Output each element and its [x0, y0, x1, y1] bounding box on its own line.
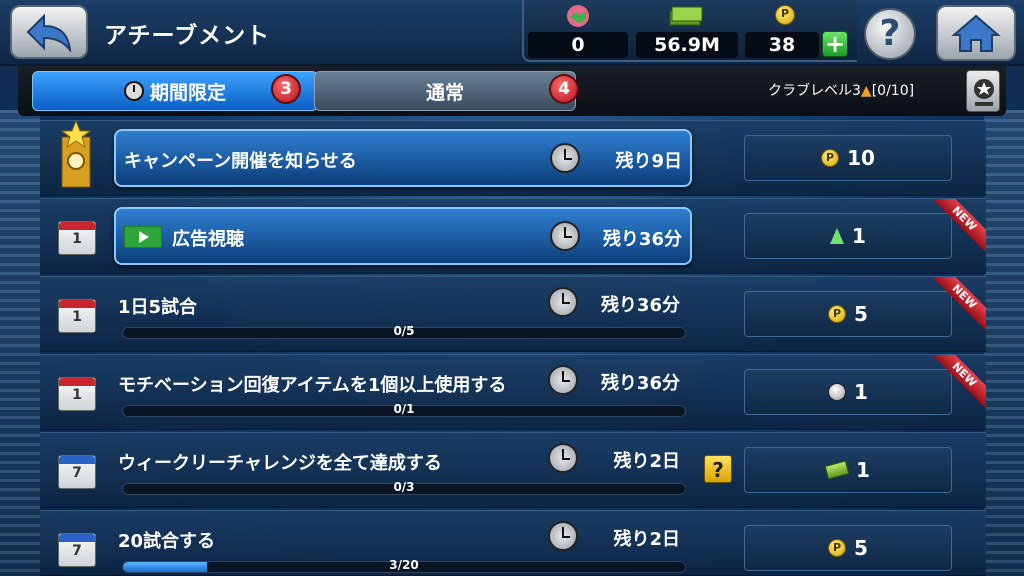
- reward-amount: 5: [854, 536, 868, 560]
- reward-box: 1: [744, 447, 952, 493]
- progress-text: 0/5: [393, 324, 415, 338]
- calendar-7-icon: 7: [58, 455, 96, 489]
- new-ribbon: NEW: [932, 199, 986, 253]
- currency-handshake-value: 0: [528, 32, 628, 58]
- gp-coin-icon: P: [775, 5, 795, 25]
- stadium-decor-right: [984, 110, 1024, 576]
- stadium-decor-left: [0, 110, 40, 576]
- calendar-1-icon: 1: [58, 299, 96, 333]
- club-level-arrow-icon: [830, 228, 845, 244]
- achievement-title: 1日5試合: [118, 297, 198, 318]
- tab-normal-label: 通常: [425, 81, 464, 104]
- achievement-title: モチベーション回復アイテムを1個以上使用する: [118, 375, 507, 396]
- currency-cash-value: 56.9M: [636, 32, 738, 58]
- remaining-time: 残り36分: [600, 373, 680, 394]
- help-button[interactable]: ?: [864, 8, 916, 60]
- achievement-row: 1 広告視聴 残り36分 1 NEW: [40, 198, 986, 274]
- reward-help-button[interactable]: ?: [704, 455, 732, 483]
- cash-bundle-icon: [824, 460, 850, 480]
- reward-box: P 10: [744, 135, 952, 181]
- tab-limited-time-label: 期間限定: [149, 81, 226, 104]
- achievement-title: 20試合する: [118, 531, 216, 552]
- tab-badge: 3: [271, 74, 301, 104]
- cash-icon: [669, 6, 703, 26]
- currency-gp-value: 38: [745, 32, 819, 58]
- top-bar: アチーブメント P 0 56.9M 38 + ?: [0, 0, 1024, 66]
- calendar-7-icon: 7: [58, 533, 96, 567]
- reward-amount: 1: [854, 380, 868, 404]
- reward-box: 1: [744, 369, 952, 415]
- tab-limited-time[interactable]: 期間限定 3: [32, 71, 318, 111]
- reward-amount: 1: [856, 458, 870, 482]
- gp-coin-icon: P: [821, 149, 840, 167]
- reward-amount: 1: [852, 224, 866, 248]
- achievement-title: ウィークリーチャレンジを全て達成する: [118, 453, 442, 474]
- page-title: アチーブメント: [104, 23, 271, 49]
- achievement-row: キャンペーン開催を知らせる 残り9日 P 10: [40, 120, 986, 196]
- gp-coin-icon: P: [828, 539, 847, 557]
- achievement-row: 1 1日5試合 残り36分 0/5 P 5 NEW: [40, 276, 986, 352]
- new-ribbon: NEW: [932, 355, 986, 409]
- campaign-star-icon: [60, 121, 92, 188]
- club-level-label: クラブレベル3: [768, 83, 861, 99]
- achievement-row: 7 20試合する 残り2日 3/20 P 5: [40, 510, 986, 576]
- achievement-row: 7 ウィークリーチャレンジを全て達成する 残り2日 0/3 ? 1: [40, 432, 986, 508]
- home-button[interactable]: [936, 5, 1016, 61]
- remaining-time: 残り36分: [600, 295, 680, 316]
- level-icon: ▲: [860, 83, 872, 99]
- remaining-time: 残り9日: [615, 151, 682, 172]
- club-level-progress: [0/10]: [871, 83, 915, 99]
- tab-normal[interactable]: 通常 4: [314, 71, 579, 111]
- reward-box: 1: [744, 213, 952, 259]
- reward-box: P 5: [744, 525, 952, 571]
- clock-icon: [123, 81, 144, 101]
- achievement-action-button[interactable]: キャンペーン開催を知らせる 残り9日: [114, 129, 692, 187]
- club-level: クラブレベル3▲[0/10]: [768, 80, 914, 100]
- achievement-title: キャンペーン開催を知らせる: [124, 151, 357, 172]
- calendar-1-icon: 1: [58, 221, 96, 255]
- tab-bar: 期間限定 3 通常 4 クラブレベル3▲[0/10]: [18, 66, 1006, 116]
- new-ribbon: NEW: [932, 277, 986, 331]
- add-currency-button[interactable]: +: [822, 31, 848, 57]
- remaining-time: 残り36分: [602, 229, 682, 250]
- achievement-row: 1 モチベーション回復アイテムを1個以上使用する 残り36分 0/1 1 NEW: [40, 354, 986, 430]
- reward-amount: 5: [854, 302, 868, 326]
- back-arrow-icon: [26, 13, 72, 52]
- progress-text: 0/1: [393, 402, 415, 416]
- rank-star-icon: [974, 79, 994, 106]
- achievement-title: 広告視聴: [172, 229, 244, 250]
- soccer-ball-icon: [828, 383, 847, 401]
- reward-box: P 5: [744, 291, 952, 337]
- tab-badge: 4: [549, 74, 579, 104]
- handshake-icon: [567, 5, 589, 27]
- progress-text: 0/3: [393, 480, 415, 494]
- gp-coin-icon: P: [828, 305, 847, 323]
- remaining-time: 残り2日: [613, 529, 680, 550]
- back-button[interactable]: [10, 5, 88, 59]
- achievement-action-button[interactable]: 広告視聴 残り36分: [114, 207, 692, 265]
- club-level-button[interactable]: [966, 70, 1000, 112]
- calendar-1-icon: 1: [58, 377, 96, 411]
- progress-text: 3/20: [389, 558, 419, 572]
- reward-amount: 10: [847, 146, 875, 170]
- video-play-icon: [124, 226, 162, 248]
- home-icon: [951, 14, 1001, 52]
- remaining-time: 残り2日: [613, 451, 680, 472]
